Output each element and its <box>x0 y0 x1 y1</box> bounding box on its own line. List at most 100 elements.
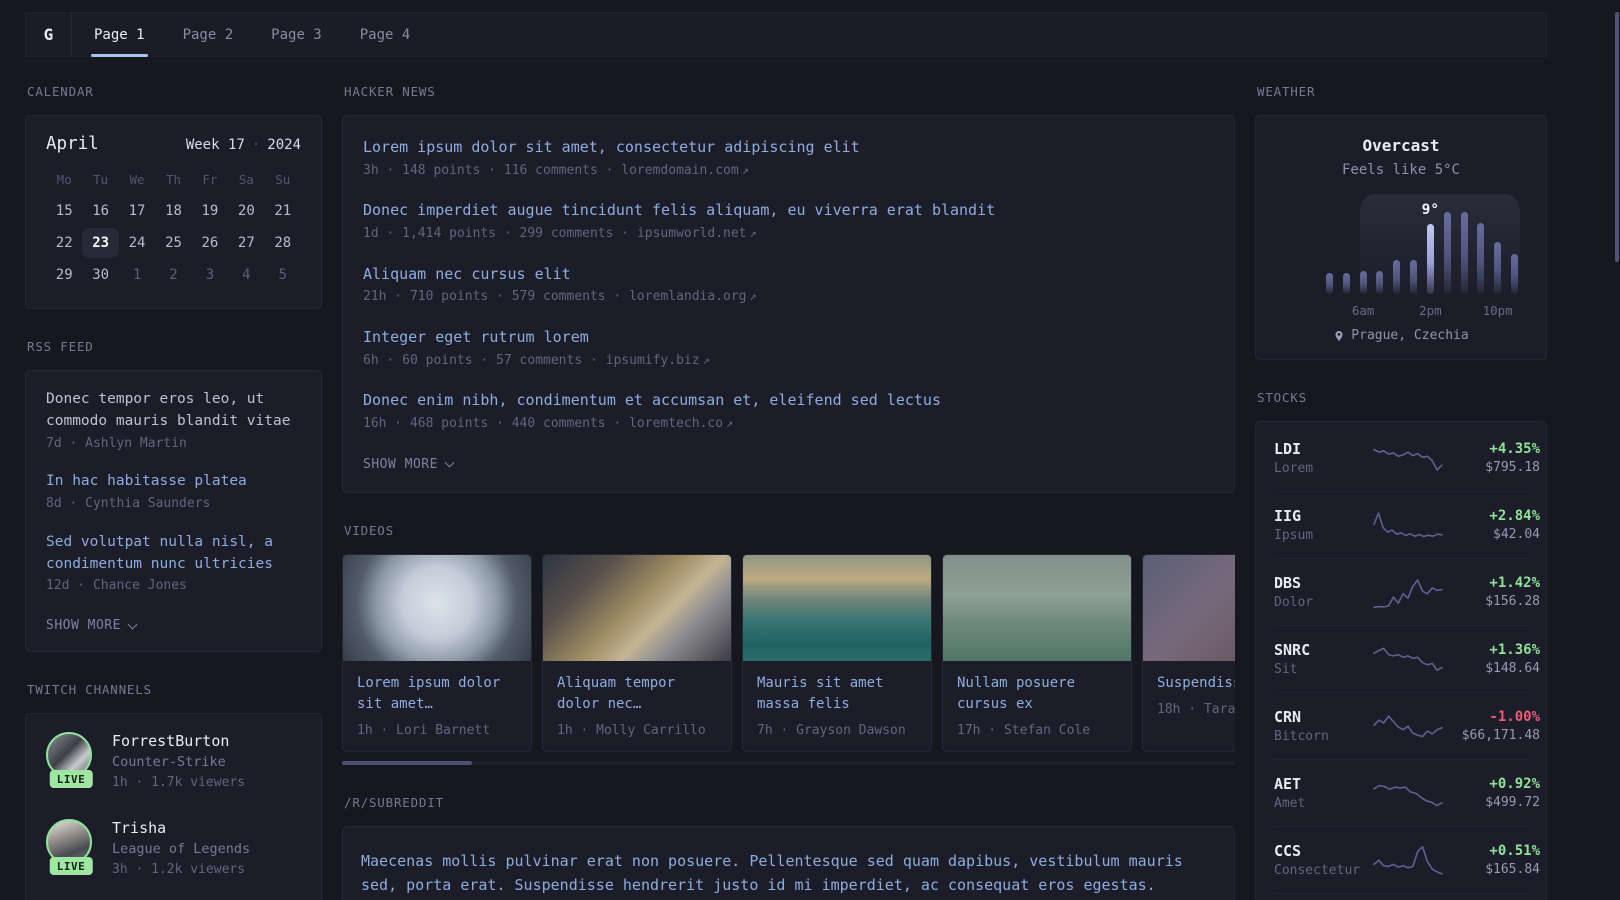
hackernews-item: Lorem ipsum dolor sit amet, consectetur … <box>363 136 1214 180</box>
video-card[interactable]: Aliquam tempor dolor nec pharetra… 1h · M… <box>542 553 732 752</box>
rss-item: In hac habitasse platea 8d · Cynthia Saun… <box>46 471 301 514</box>
stock-name: Consectetur <box>1274 863 1361 878</box>
hackernews-show-more-label: SHOW MORE <box>363 456 438 472</box>
twitch-channel-category: Counter-Strike <box>112 754 226 771</box>
hackernews-item-domain-link[interactable]: ipsumworld.net <box>637 226 747 241</box>
calendar-day: 26 <box>201 235 219 251</box>
tab-page-3[interactable]: Page 3 <box>271 13 322 56</box>
hackernews-item-title[interactable]: Integer eget rutrum lorem <box>363 326 1214 349</box>
stock-sparkline-wrap <box>1372 706 1444 746</box>
hackernews-item: Aliquam nec cursus elit 21h · 710 points … <box>363 263 1214 307</box>
thumbnail-canoe-misty-lake[interactable] <box>943 554 1131 661</box>
twitch-channel-row[interactable]: LIVE Trisha League of Legends 3h · 1.2k vie… <box>46 819 301 880</box>
video-card[interactable]: Mauris sit amet massa felis 7h · Grayson … <box>742 553 932 752</box>
stock-row[interactable]: AHS+0.46% <box>1274 893 1528 900</box>
hackernews-item-title[interactable]: Lorem ipsum dolor sit amet, consectetur … <box>363 136 1214 159</box>
hackernews-item-title[interactable]: Donec enim nibh, condimentum et accumsan… <box>363 389 1214 412</box>
videos-scrollbar-thumb[interactable] <box>342 760 472 765</box>
thumbnail-person-misty-field[interactable] <box>1143 554 1235 661</box>
calendar-day: 30 <box>92 267 110 283</box>
video-title[interactable]: Mauris sit amet massa felis <box>757 673 917 715</box>
hackernews-item-title[interactable]: Donec imperdiet augue tincidunt felis al… <box>363 199 1214 222</box>
calendar-day: 29 <box>55 267 73 283</box>
calendar-day: 19 <box>201 203 219 219</box>
video-card[interactable]: Suspendisse diam 18h · Tara <box>1142 553 1235 752</box>
rss-header: RSS FEED <box>27 339 94 354</box>
videos-scrollbar-track[interactable] <box>342 760 1235 765</box>
video-title[interactable]: Nullam posuere cursus ex <box>957 673 1117 715</box>
video-card-body: Suspendisse diam 18h · Tara <box>1143 661 1235 730</box>
dashboard-columns: CALENDAR April Week 17 · 2024 Mo Tu We Th Fr… <box>0 57 1620 900</box>
calendar-day: 21 <box>274 203 292 219</box>
videos-header: VIDEOS <box>344 522 394 538</box>
weather-hour-label: 6am <box>1351 303 1375 318</box>
rss-item-link[interactable]: In hac habitasse platea <box>46 471 301 493</box>
video-title[interactable]: Suspendisse diam <box>1157 673 1235 694</box>
twitch-channel-name[interactable]: ForrestBurton <box>112 732 245 750</box>
hackernews-list: Lorem ipsum dolor sit amet, consectetur … <box>363 136 1214 434</box>
thumbnail-hands-holding-camera[interactable] <box>543 554 731 661</box>
hackernews-item-meta: 1d · 1,414 points · 299 comments · ipsum… <box>363 225 757 241</box>
stock-ticker: DBS <box>1274 574 1302 592</box>
twitch-channel-name[interactable]: Trisha <box>112 819 250 837</box>
video-card[interactable]: Lorem ipsum dolor sit amet consectetu… 1h… <box>342 553 532 752</box>
weather-bar-slot <box>1342 273 1350 294</box>
live-badge: LIVE <box>49 857 93 876</box>
stock-id: LDI Lorem <box>1274 440 1372 476</box>
stock-row[interactable]: CRN Bitcorn -1.00% $66,171.48 <box>1274 692 1540 759</box>
hackernews-item-domain-link[interactable]: ipsumify.biz <box>606 353 700 368</box>
stock-row[interactable]: SNRC Sit +1.36% $148.64 <box>1274 625 1540 692</box>
separator-dot: · <box>251 137 261 153</box>
stock-ticker: CRN <box>1274 708 1302 726</box>
video-meta: 1h · Molly Carrillo <box>557 722 706 738</box>
subreddit-post-title[interactable]: Maecenas mollis pulvinar erat non posuer… <box>361 849 1216 899</box>
calendar-day-of-week: Mo <box>56 172 72 187</box>
stocks-list: LDI Lorem +4.35% $795.18 IIG Ipsum +2.84% $42.0… <box>1274 425 1540 900</box>
rss-show-more-label: SHOW MORE <box>46 618 121 634</box>
stock-sparkline-wrap <box>1372 840 1444 880</box>
twitch-channel-row[interactable]: LIVE ForrestBurton Counter-Strike 1h · 1.7k… <box>46 732 301 793</box>
calendar-week-label: Week 17 <box>185 137 245 153</box>
video-title[interactable]: Aliquam tempor dolor nec pharetra… <box>557 673 717 715</box>
stock-row[interactable]: LDI Lorem +4.35% $795.18 <box>1274 425 1540 491</box>
weather-bar-slot: 6am <box>1352 271 1374 318</box>
subreddit-header: /R/SUBREDDIT <box>344 794 444 810</box>
page-scrollbar-thumb[interactable] <box>1615 12 1619 262</box>
stock-name: Ipsum <box>1274 528 1314 543</box>
weather-feels-like: Feels like 5°C <box>1341 162 1460 178</box>
weather-bars: 6am 9° 2pm 10pm <box>1326 202 1518 318</box>
twitch-channel-meta: 3h · 1.2k viewers <box>112 862 246 878</box>
stock-row[interactable]: DBS Dolor +1.42% $156.28 <box>1274 558 1540 625</box>
video-card[interactable]: Nullam posuere cursus ex 17h · Stefan Col… <box>942 553 1132 752</box>
hackernews-item-title[interactable]: Aliquam nec cursus elit <box>363 263 1214 286</box>
stock-name: Bitcorn <box>1274 729 1329 744</box>
nav-tabs: Page 1 Page 2 Page 3 Page 4 <box>72 13 411 57</box>
hackernews-show-more-button[interactable]: SHOW MORE <box>363 456 455 472</box>
rss-show-more-button[interactable]: SHOW MORE <box>46 618 138 634</box>
tab-page-2[interactable]: Page 2 <box>183 13 234 56</box>
stock-row[interactable]: IIG Ipsum +2.84% $42.04 <box>1274 491 1540 558</box>
thumbnail-boat-wake-city[interactable] <box>743 554 931 661</box>
stock-row[interactable]: CCS Consectetur +0.51% $165.84 <box>1274 826 1540 893</box>
video-card-body: Lorem ipsum dolor sit amet consectetu… 1h… <box>343 661 531 751</box>
tab-page-4[interactable]: Page 4 <box>360 13 411 56</box>
calendar-day-of-week: We <box>129 172 145 187</box>
video-title[interactable]: Lorem ipsum dolor sit amet consectetu… <box>357 673 517 715</box>
thumbnail-concrete-pillars-sky[interactable] <box>343 554 531 661</box>
stock-row[interactable]: AET Amet +0.92% $499.72 <box>1274 759 1540 826</box>
tab-page-1[interactable]: Page 1 <box>91 13 148 57</box>
chevron-down-icon <box>127 619 138 630</box>
calendar-day: 16 <box>92 203 110 219</box>
video-meta: 18h · Tara <box>1157 701 1235 717</box>
stock-change: +0.92% <box>1489 776 1540 792</box>
weather-bar <box>1510 253 1518 294</box>
rss-item-link[interactable]: Donec tempor eros leo, ut commodo mauris… <box>46 389 301 433</box>
calendar-day: 22 <box>55 235 73 251</box>
external-link-icon: ↗ <box>741 162 749 177</box>
hackernews-item-domain-link[interactable]: loremtech.co <box>629 416 723 431</box>
hackernews-item-domain-link[interactable]: loremdomain.com <box>621 163 738 178</box>
rss-item-meta: 12d · Chance Jones <box>46 578 187 594</box>
rss-item-link[interactable]: Sed volutpat nulla nisl, a condimentum n… <box>46 532 301 576</box>
hackernews-item-domain-link[interactable]: loremlandia.org <box>629 289 746 304</box>
calendar-day: 2 <box>169 267 178 283</box>
